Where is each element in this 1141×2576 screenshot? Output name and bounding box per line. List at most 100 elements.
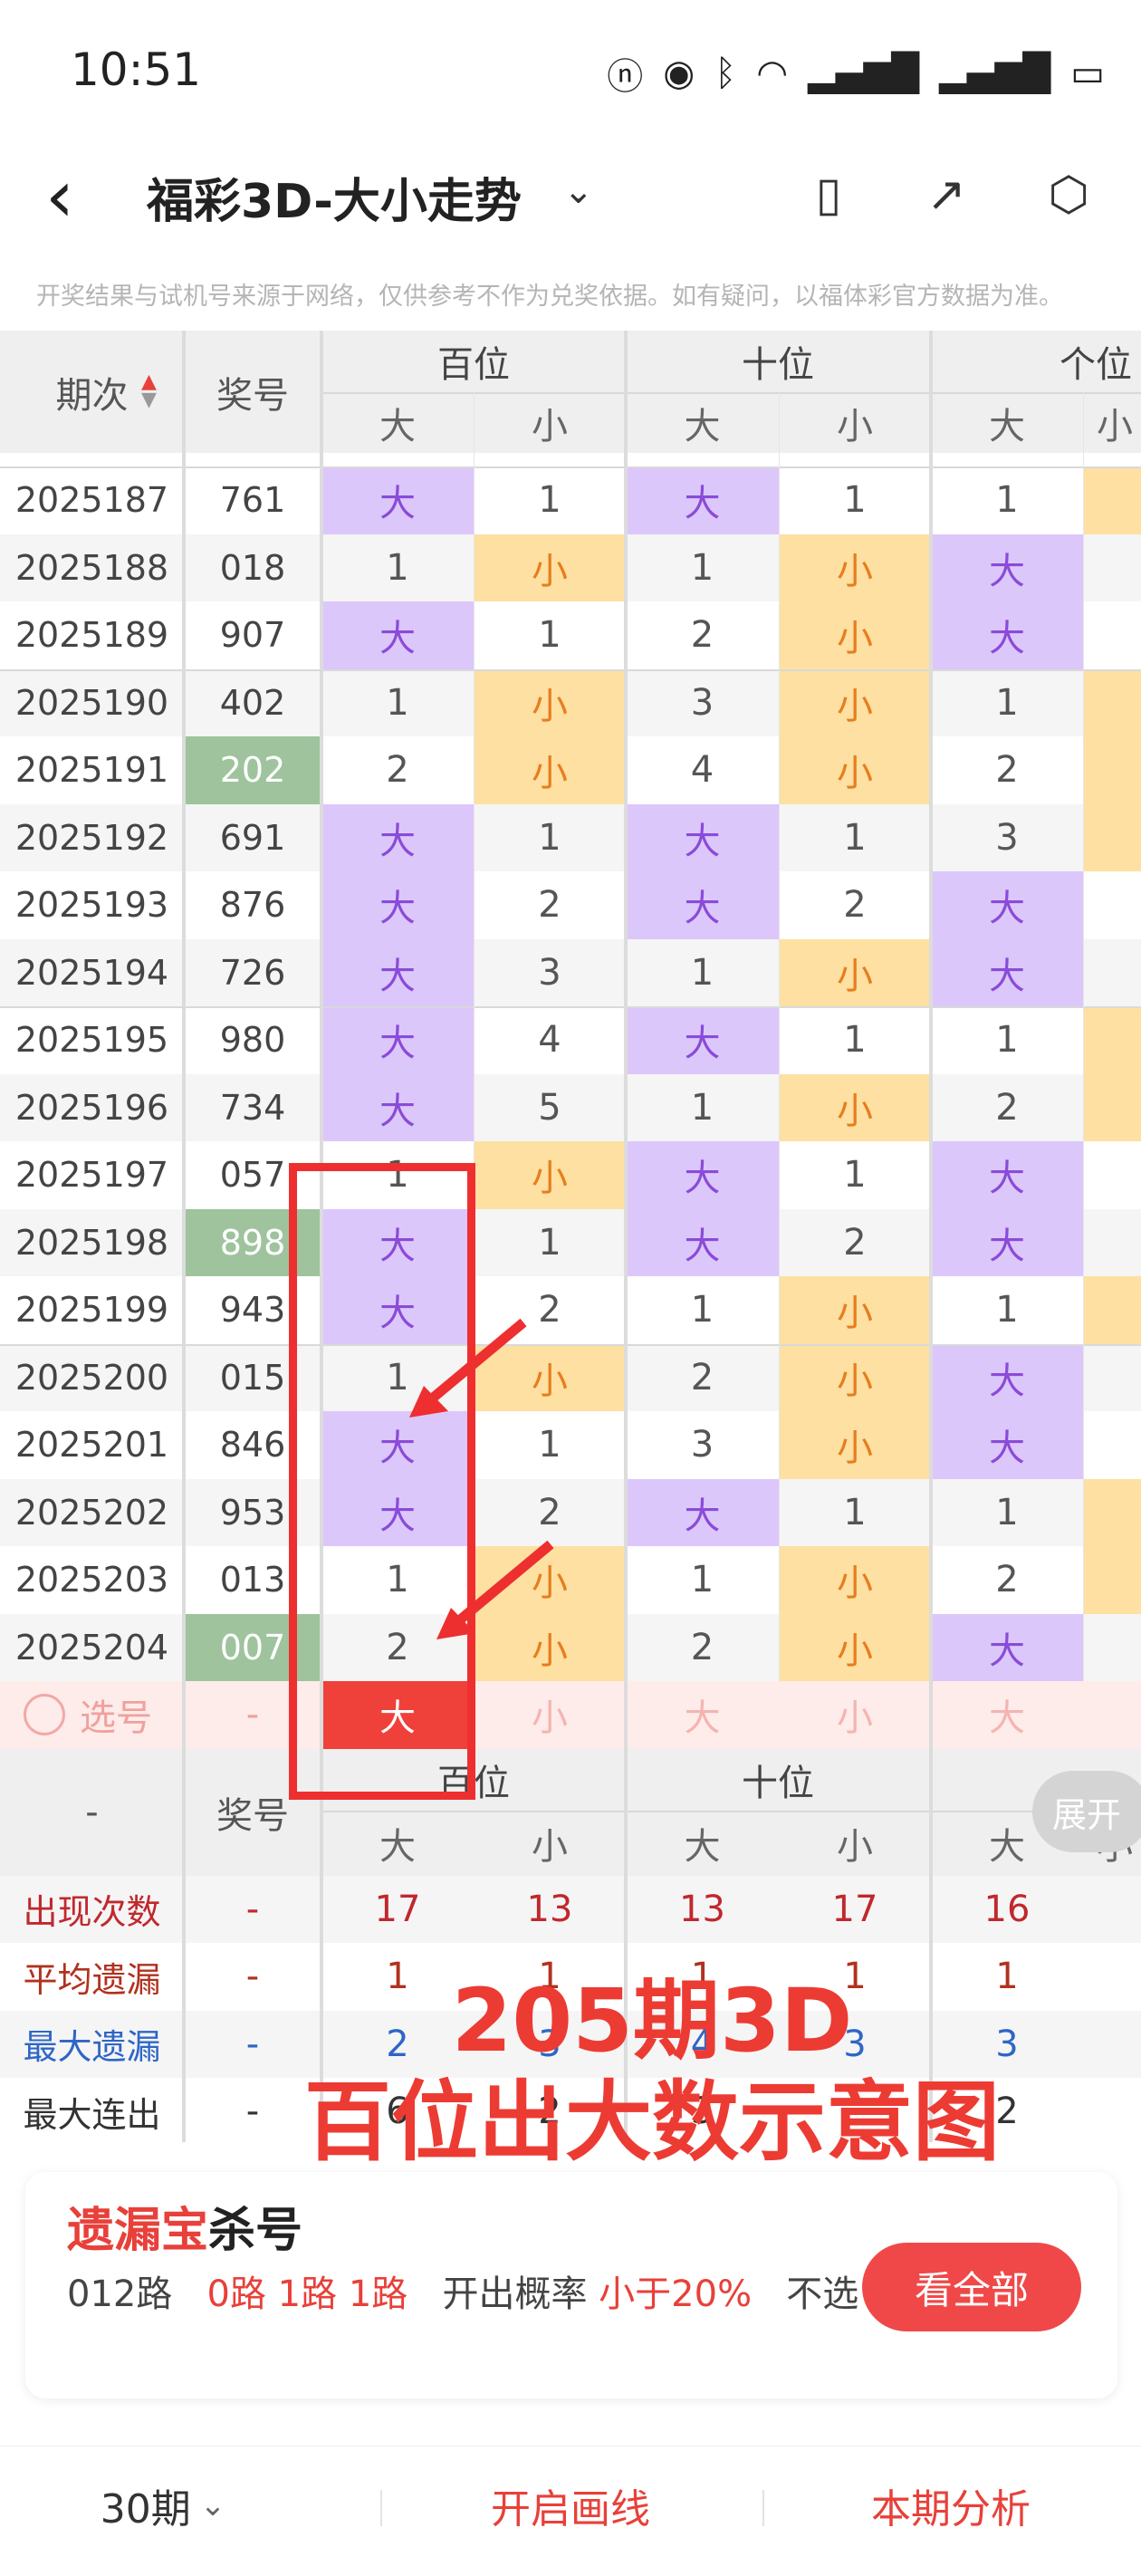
select-circle-icon[interactable]: [24, 1694, 65, 1735]
select-cell[interactable]: 小: [474, 1681, 626, 1749]
big-header: 大: [684, 1825, 721, 1868]
number-cell: 943: [219, 1290, 286, 1331]
row-separator: [0, 466, 1141, 468]
trend-cell: 大: [626, 1478, 779, 1546]
trend-cell: 大: [626, 1006, 779, 1074]
trend-cell-partial: [1083, 1276, 1141, 1344]
number-cell: 018: [219, 547, 286, 588]
number-cell: 402: [219, 682, 286, 723]
big-header: 大: [379, 1825, 416, 1868]
stat-value: 17: [831, 1888, 878, 1930]
stat-value: 17: [374, 1888, 421, 1930]
nfc-icon: ⓝ: [607, 56, 644, 98]
trend-cell: 大: [931, 1208, 1083, 1276]
select-label: 选号: [80, 1697, 152, 1740]
view-all-button[interactable]: 看全部: [862, 2243, 1081, 2331]
settings-icon[interactable]: ⬡: [1037, 163, 1100, 226]
trend-cell: 1: [386, 546, 409, 589]
trend-cell-partial: [1083, 668, 1141, 736]
number-cell: 202: [184, 736, 321, 804]
divider: [321, 392, 1141, 394]
share-icon[interactable]: ↗: [915, 163, 978, 226]
trend-cell: 小: [779, 1411, 931, 1479]
stat-dash: -: [245, 2091, 260, 2133]
trend-cell: 1: [386, 1154, 409, 1197]
status-time: 10:51: [71, 43, 202, 96]
number-cell: 691: [219, 817, 286, 858]
periods-select[interactable]: 30期 ⌄: [54, 2446, 272, 2564]
trend-cell-partial: [1083, 1478, 1141, 1546]
trend-cell: 小: [779, 1613, 931, 1681]
trend-cell: 大: [626, 803, 779, 871]
trend-cell: 1: [843, 816, 867, 859]
trend-cell-partial: [1083, 1546, 1141, 1614]
trend-cell: 4: [690, 749, 714, 792]
trend-cell: 1: [386, 681, 409, 724]
select-cell[interactable]: 小: [779, 1681, 931, 1749]
signal-icon: ▂▄▆█: [808, 53, 920, 94]
period-cell: 2025190: [14, 682, 169, 723]
trend-cell: 1: [690, 1559, 714, 1601]
trend-cell: 小: [779, 1276, 931, 1344]
period-cell: 2025200: [14, 1357, 169, 1398]
battery-icon: ▭: [1070, 53, 1105, 94]
period-cell: 2025203: [14, 1560, 169, 1600]
device-icon[interactable]: ▯: [797, 163, 860, 226]
trend-cell: 小: [779, 1546, 931, 1614]
column-separator: [320, 331, 323, 2142]
column-separator: [474, 392, 475, 1681]
trend-cell: 大: [321, 1411, 474, 1479]
back-icon[interactable]: ‹: [45, 154, 74, 238]
trend-cell-partial: [1083, 1073, 1141, 1141]
trend-cell: 小: [779, 736, 931, 804]
big-header: 大: [989, 405, 1025, 447]
trend-cell: 小: [474, 1141, 626, 1209]
stat-value: 1: [690, 1956, 714, 1998]
trend-cell: 大: [931, 1343, 1083, 1411]
trend-cell: 大: [931, 533, 1083, 601]
trend-cell: 2: [538, 1491, 561, 1533]
select-number: -: [245, 1694, 260, 1736]
divider: [321, 1810, 1141, 1812]
trend-cell: 2: [843, 1221, 867, 1264]
select-cell[interactable]: 大: [626, 1681, 779, 1749]
stat-label: 出现次数: [23, 1892, 161, 1933]
trend-cell: 大: [626, 466, 779, 534]
trend-cell: 大: [321, 1073, 474, 1141]
trend-cell: 1: [538, 1424, 561, 1466]
stat-dash: -: [245, 2023, 260, 2065]
select-cell[interactable]: 大: [931, 1681, 1083, 1749]
expand-button[interactable]: 展开: [1032, 1771, 1141, 1852]
trend-cell: 3: [538, 951, 561, 994]
trend-cell: 1: [538, 614, 561, 657]
trend-cell: 小: [474, 736, 626, 804]
trend-cell-partial: [1083, 1006, 1141, 1074]
number-cell: 734: [219, 1087, 286, 1128]
stat-value: 3: [995, 2023, 1019, 2065]
stat-value: 1: [386, 1956, 409, 1998]
small-header: 小: [1097, 405, 1133, 447]
stat-value: 2: [538, 2091, 561, 2133]
disclaimer: 开奖结果与试机号来源于网络，仅供参考不作为兑奖依据。如有疑问，以福体彩官方数据为…: [36, 283, 1063, 311]
trend-cell: 大: [626, 871, 779, 939]
stat-value: 3: [843, 2023, 867, 2065]
page-title[interactable]: 福彩3D-大小走势: [147, 163, 522, 231]
draw-line-button[interactable]: 开启画线: [426, 2446, 715, 2564]
small-header: 小: [837, 405, 873, 447]
stat-value: 13: [679, 1888, 725, 1930]
status-icons: ⓝ ◉ ᛒ ◠ ▂▄▆█ ▂▄▆█ ▭: [607, 47, 1105, 100]
chevron-down-icon[interactable]: ⌄: [563, 170, 594, 212]
trend-cell: 3: [690, 1424, 714, 1466]
column-separator: [929, 331, 933, 2142]
trend-cell: 大: [626, 1208, 779, 1276]
trend-cell: 小: [779, 1073, 931, 1141]
trend-cell: 大: [321, 803, 474, 871]
analysis-button[interactable]: 本期分析: [806, 2446, 1096, 2564]
select-cell[interactable]: 大: [321, 1681, 474, 1749]
trend-cell: 大: [931, 871, 1083, 939]
trend-cell: 大: [321, 1276, 474, 1344]
big-header: 大: [379, 405, 416, 447]
column-separator: [182, 331, 186, 2142]
number-cell: 980: [219, 1020, 286, 1061]
trend-cell: 2: [995, 1559, 1019, 1601]
